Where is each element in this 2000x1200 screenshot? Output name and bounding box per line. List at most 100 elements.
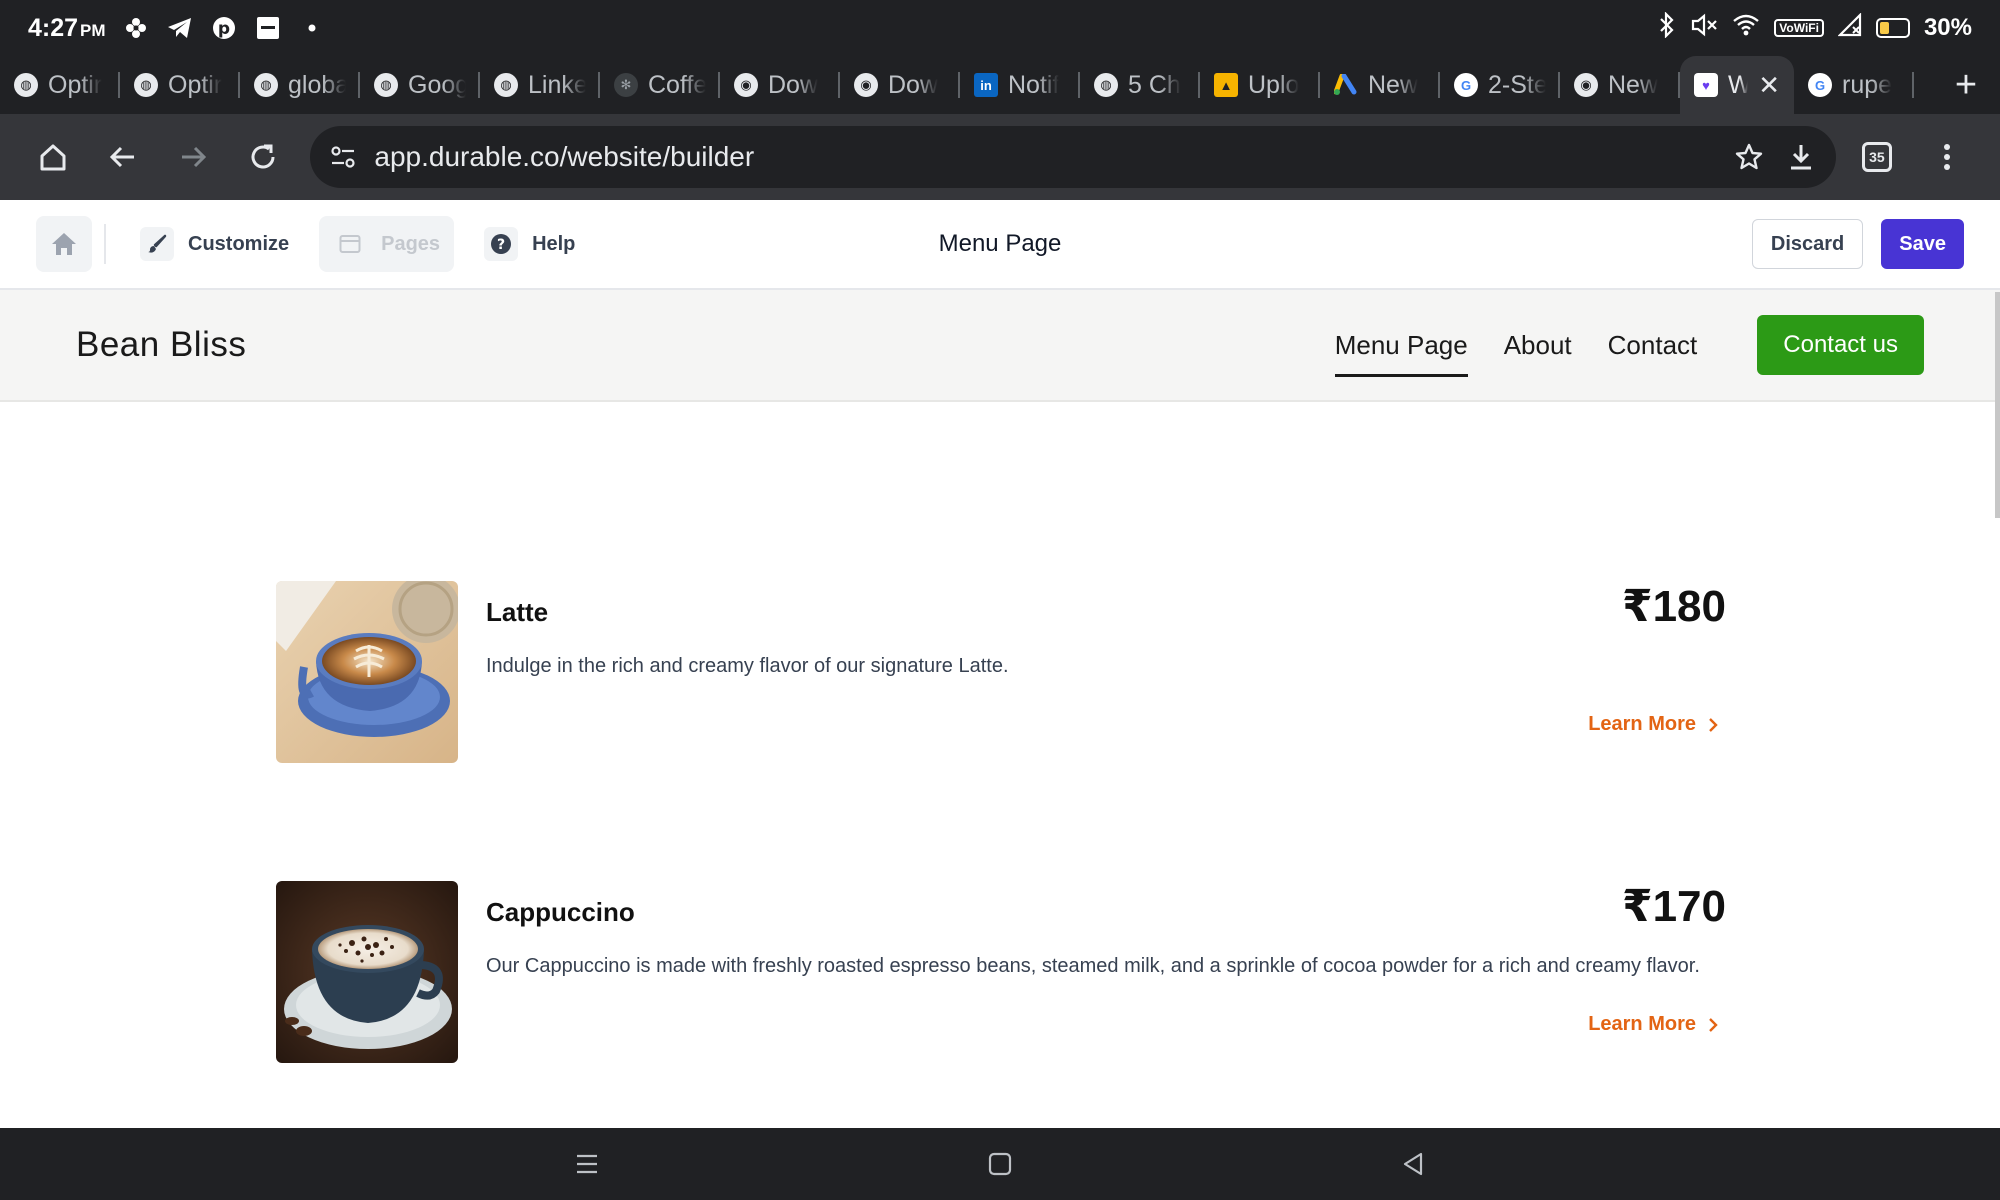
help-icon: ? xyxy=(484,227,519,261)
menu-item: Latte ₹180 Indulge in the rich and cream… xyxy=(276,581,1726,763)
menu-item-price: ₹180 xyxy=(1621,582,1726,631)
tab-title: 5 Ch xyxy=(1128,70,1181,99)
download-icon[interactable] xyxy=(1786,142,1816,172)
browser-tab[interactable]: ◉ New xyxy=(1560,56,1680,114)
browser-tab[interactable]: ◍ globa xyxy=(240,56,360,114)
new-tab-button[interactable]: + xyxy=(1932,56,2000,114)
bookmark-star-icon[interactable] xyxy=(1734,142,1764,172)
notification-app-icon xyxy=(254,14,282,42)
chrome-icon: ◉ xyxy=(854,73,878,97)
tab-title: Dow xyxy=(888,70,939,99)
home-button[interactable] xyxy=(18,121,88,193)
browser-tab[interactable]: New xyxy=(1320,56,1440,114)
nav-link-menu-page[interactable]: Menu Page xyxy=(1334,313,1468,377)
site-settings-icon[interactable] xyxy=(330,144,356,170)
more-vert-icon xyxy=(1943,144,1950,170)
address-bar[interactable]: app.durable.co/website/builder xyxy=(310,126,1836,188)
site-logo[interactable]: Bean Bliss xyxy=(76,325,246,365)
tab-title: 2-Ste xyxy=(1488,70,1546,99)
browser-menu-button[interactable] xyxy=(1912,121,1982,193)
pinterest-icon: p xyxy=(210,14,238,42)
forward-button[interactable] xyxy=(158,121,228,193)
reload-button[interactable] xyxy=(228,121,298,193)
help-button[interactable]: ? Help xyxy=(470,216,589,272)
tab-switcher-button[interactable]: 35 xyxy=(1842,121,1912,193)
square-home-icon xyxy=(988,1152,1012,1176)
clock: 4:27 xyxy=(28,13,79,42)
menu-item-name: Latte xyxy=(486,597,549,627)
mute-icon xyxy=(1690,12,1718,45)
learn-more-link[interactable]: Learn More xyxy=(1588,1013,1718,1036)
menu-item-description: Our Cappuccino is made with freshly roas… xyxy=(486,955,1700,977)
chrome-icon: ◉ xyxy=(734,73,758,97)
customize-button[interactable]: Customize xyxy=(126,216,303,272)
home-icon xyxy=(52,233,76,255)
nav-link-about[interactable]: About xyxy=(1504,313,1572,377)
menu-item-price: ₹170 xyxy=(1621,882,1726,931)
browser-tab[interactable]: G 2-Ste xyxy=(1440,56,1560,114)
page-scrollbar[interactable] xyxy=(1995,292,2000,518)
browser-tab[interactable]: ◍ 5 Ch xyxy=(1080,56,1200,114)
browser-tab[interactable]: ◉ Dow xyxy=(720,56,840,114)
reload-icon xyxy=(251,144,275,169)
tab-title: New xyxy=(1368,70,1419,99)
browser-tab[interactable]: ◍ Optir xyxy=(0,56,120,114)
status-bar: 4:27 PM p VoWiFi 30% xyxy=(0,0,2000,56)
globe-icon: ◍ xyxy=(1094,73,1118,97)
browser-tab[interactable]: ◍ Optir xyxy=(120,56,240,114)
url-text[interactable]: app.durable.co/website/builder xyxy=(374,141,754,173)
status-time: 4:27 PM xyxy=(28,14,106,43)
clock-ampm: PM xyxy=(80,20,106,40)
contact-us-button[interactable]: Contact us xyxy=(1757,315,1924,375)
wifi-icon xyxy=(1732,13,1760,44)
chevron-right-icon xyxy=(1709,717,1718,732)
learn-more-label: Learn More xyxy=(1588,1013,1696,1035)
browser-tab[interactable]: ◍ Goog xyxy=(360,56,480,114)
save-button[interactable]: Save xyxy=(1881,219,1964,269)
browser-tab[interactable]: ◉ Dow xyxy=(840,56,960,114)
browser-tab[interactable]: ▲ Uplo xyxy=(1200,56,1320,114)
tab-title: Dow xyxy=(768,70,819,99)
nav-link-contact[interactable]: Contact xyxy=(1608,313,1698,377)
back-nav-button[interactable] xyxy=(1383,1134,1443,1194)
builder-top-bar: Customize Pages ? Help Menu Page Discard… xyxy=(0,200,2000,290)
menu-lines-icon xyxy=(576,1154,597,1174)
recent-apps-button[interactable] xyxy=(557,1134,617,1194)
builder-home-button[interactable] xyxy=(36,216,92,272)
browser-tab[interactable]: ✻ Coffe xyxy=(600,56,720,114)
pinwheel-icon: ✻ xyxy=(614,73,638,97)
pages-button[interactable]: Pages xyxy=(319,216,455,272)
pages-label: Pages xyxy=(381,232,441,255)
customize-label: Customize xyxy=(188,232,290,255)
browser-tab-strip: ◍ Optir ◍ Optir ◍ globa ◍ Goog ◍ Linke ✻ Coffe… xyxy=(0,56,2000,114)
browser-tab[interactable]: in Notif xyxy=(960,56,1080,114)
tab-title: Optir xyxy=(48,70,103,99)
close-tab-icon[interactable]: ✕ xyxy=(1758,70,1780,101)
globe-icon: ◍ xyxy=(494,73,518,97)
learn-more-link[interactable]: Learn More xyxy=(1588,713,1718,736)
forward-arrow-icon xyxy=(182,146,207,168)
tab-title: Linke xyxy=(528,70,586,99)
battery-icon xyxy=(1875,18,1910,38)
cappuccino-photo xyxy=(276,881,458,1063)
back-button[interactable] xyxy=(88,121,158,193)
home-nav-button[interactable] xyxy=(970,1134,1030,1194)
upload-icon: ▲ xyxy=(1214,73,1238,97)
paintbrush-icon xyxy=(140,227,174,261)
discard-button[interactable]: Discard xyxy=(1751,219,1864,269)
browser-tab-active[interactable]: ♥ W ✕ xyxy=(1680,56,1794,114)
tab-title: Uplo xyxy=(1248,70,1300,99)
browser-tab[interactable]: Grupe xyxy=(1794,56,1914,114)
tab-title: globa xyxy=(288,70,346,99)
tab-title: Coffe xyxy=(648,70,706,99)
pages-icon xyxy=(333,227,367,261)
tab-title: W xyxy=(1728,70,1749,99)
chrome-icon: ◉ xyxy=(1574,73,1598,97)
tab-title: Optir xyxy=(168,70,223,99)
menu-item-description: Indulge in the rich and creamy flavor of… xyxy=(486,655,1009,677)
google-ads-icon xyxy=(1334,73,1358,97)
browser-tab[interactable]: ◍ Linke xyxy=(480,56,600,114)
menu-item-name: Cappuccino xyxy=(486,897,635,927)
telegram-icon xyxy=(166,14,194,42)
google-icon: G xyxy=(1808,73,1832,97)
